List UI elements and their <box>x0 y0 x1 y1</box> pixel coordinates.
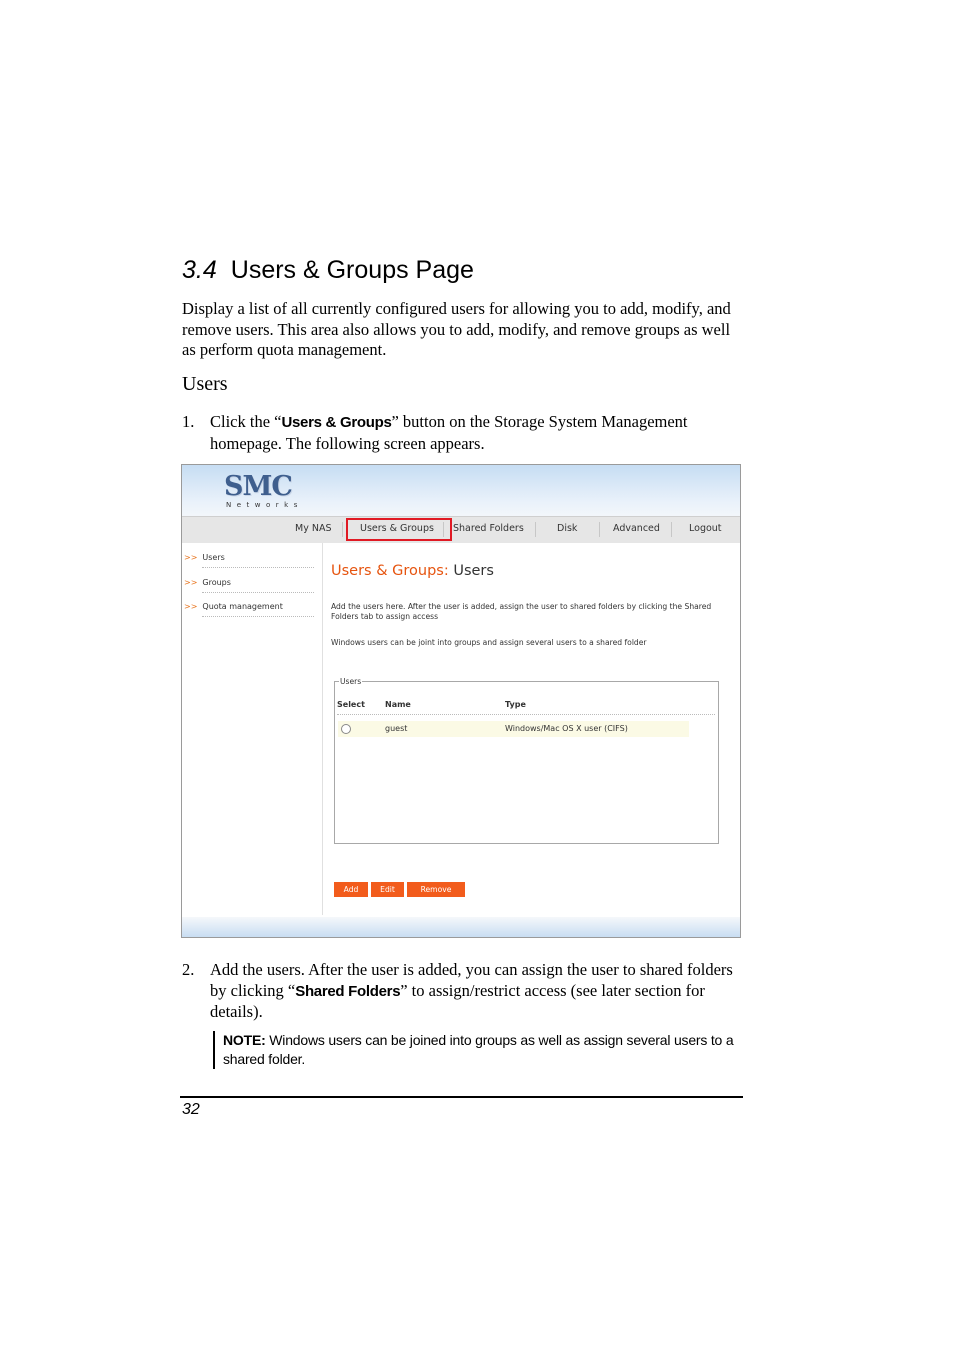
logo-tagline: Networks <box>226 501 303 509</box>
sidebar-divider <box>322 543 323 915</box>
arrow-icon: >> <box>184 578 198 587</box>
sidebar-item-label: Quota management <box>202 602 283 611</box>
column-header-type: Type <box>505 700 526 709</box>
page-title: Users & Groups: Users <box>331 563 494 579</box>
sidebar-item-label: Groups <box>202 578 231 587</box>
step-text: Add the users. After the user is added, … <box>210 960 747 1023</box>
column-header-select: Select <box>337 700 365 709</box>
remove-button[interactable]: Remove <box>407 882 465 897</box>
divider <box>202 567 314 568</box>
column-header-name: Name <box>385 700 411 709</box>
nav-separator <box>535 522 536 537</box>
sidebar-item-quota[interactable]: >> Quota management <box>184 602 314 617</box>
page-number: 32 <box>182 1101 200 1118</box>
step-number: 1. <box>182 412 195 431</box>
subheading-users: Users <box>182 373 228 395</box>
step-number: 2. <box>182 960 195 979</box>
edit-button[interactable]: Edit <box>371 882 404 897</box>
main-nav: My NAS Users & Groups Shared Folders Dis… <box>182 516 740 543</box>
nav-separator <box>599 522 600 537</box>
smc-logo: SMC Networks <box>224 471 303 510</box>
section-number: 3.4 <box>182 256 217 284</box>
sidebar-item-label: Users <box>202 553 225 562</box>
logo-brand: SMC <box>224 471 293 502</box>
fieldset-legend: Users <box>339 677 363 686</box>
select-radio[interactable] <box>341 724 351 734</box>
section-heading: 3.4 Users & Groups Page <box>182 256 474 285</box>
divider <box>202 592 314 593</box>
header-divider <box>337 714 715 715</box>
screenshot-footer <box>182 917 740 937</box>
nav-separator <box>342 522 343 537</box>
highlight-box <box>346 518 452 541</box>
intro-paragraph: Display a list of all currently configur… <box>182 299 731 359</box>
page-title-sub: Users <box>453 563 494 579</box>
add-button[interactable]: Add <box>334 882 368 897</box>
step-text: Click the “Users & Groups” button on the… <box>210 412 747 454</box>
cell-name: guest <box>385 724 408 733</box>
arrow-icon: >> <box>184 602 198 611</box>
step-1: 1. Click the “Users & Groups” button on … <box>182 412 747 454</box>
description-1: Add the users here. After the user is ad… <box>331 602 712 621</box>
footer-rule <box>180 1096 743 1098</box>
nav-my-nas[interactable]: My NAS <box>295 523 331 534</box>
step-text-part: Click the “ <box>210 412 282 431</box>
nav-shared-folders[interactable]: Shared Folders <box>453 523 524 534</box>
description-2: Windows users can be joint into groups a… <box>331 638 647 647</box>
step-2: 2. Add the users. After the user is adde… <box>182 960 747 1023</box>
step-bold-term: Shared Folders <box>295 982 401 1000</box>
note-text: Windows users can be joined into groups … <box>223 1032 734 1067</box>
note-label: NOTE: <box>223 1032 266 1048</box>
note-box: NOTE: Windows users can be joined into g… <box>213 1031 743 1069</box>
nav-disk[interactable]: Disk <box>557 523 577 534</box>
nas-screenshot: SMC Networks My NAS Users & Groups Share… <box>181 464 741 938</box>
nav-logout[interactable]: Logout <box>689 523 722 534</box>
cell-type: Windows/Mac OS X user (CIFS) <box>505 724 628 733</box>
sidebar-item-groups[interactable]: >> Groups <box>184 578 314 593</box>
divider <box>202 616 314 617</box>
sidebar-item-users[interactable]: >> Users <box>184 553 314 568</box>
step-bold-term: Users & Groups <box>281 414 392 431</box>
nav-separator <box>671 522 672 537</box>
arrow-icon: >> <box>184 553 198 562</box>
nav-advanced[interactable]: Advanced <box>613 523 660 534</box>
section-title: Users & Groups Page <box>230 256 474 284</box>
page-title-main: Users & Groups: <box>331 563 449 579</box>
